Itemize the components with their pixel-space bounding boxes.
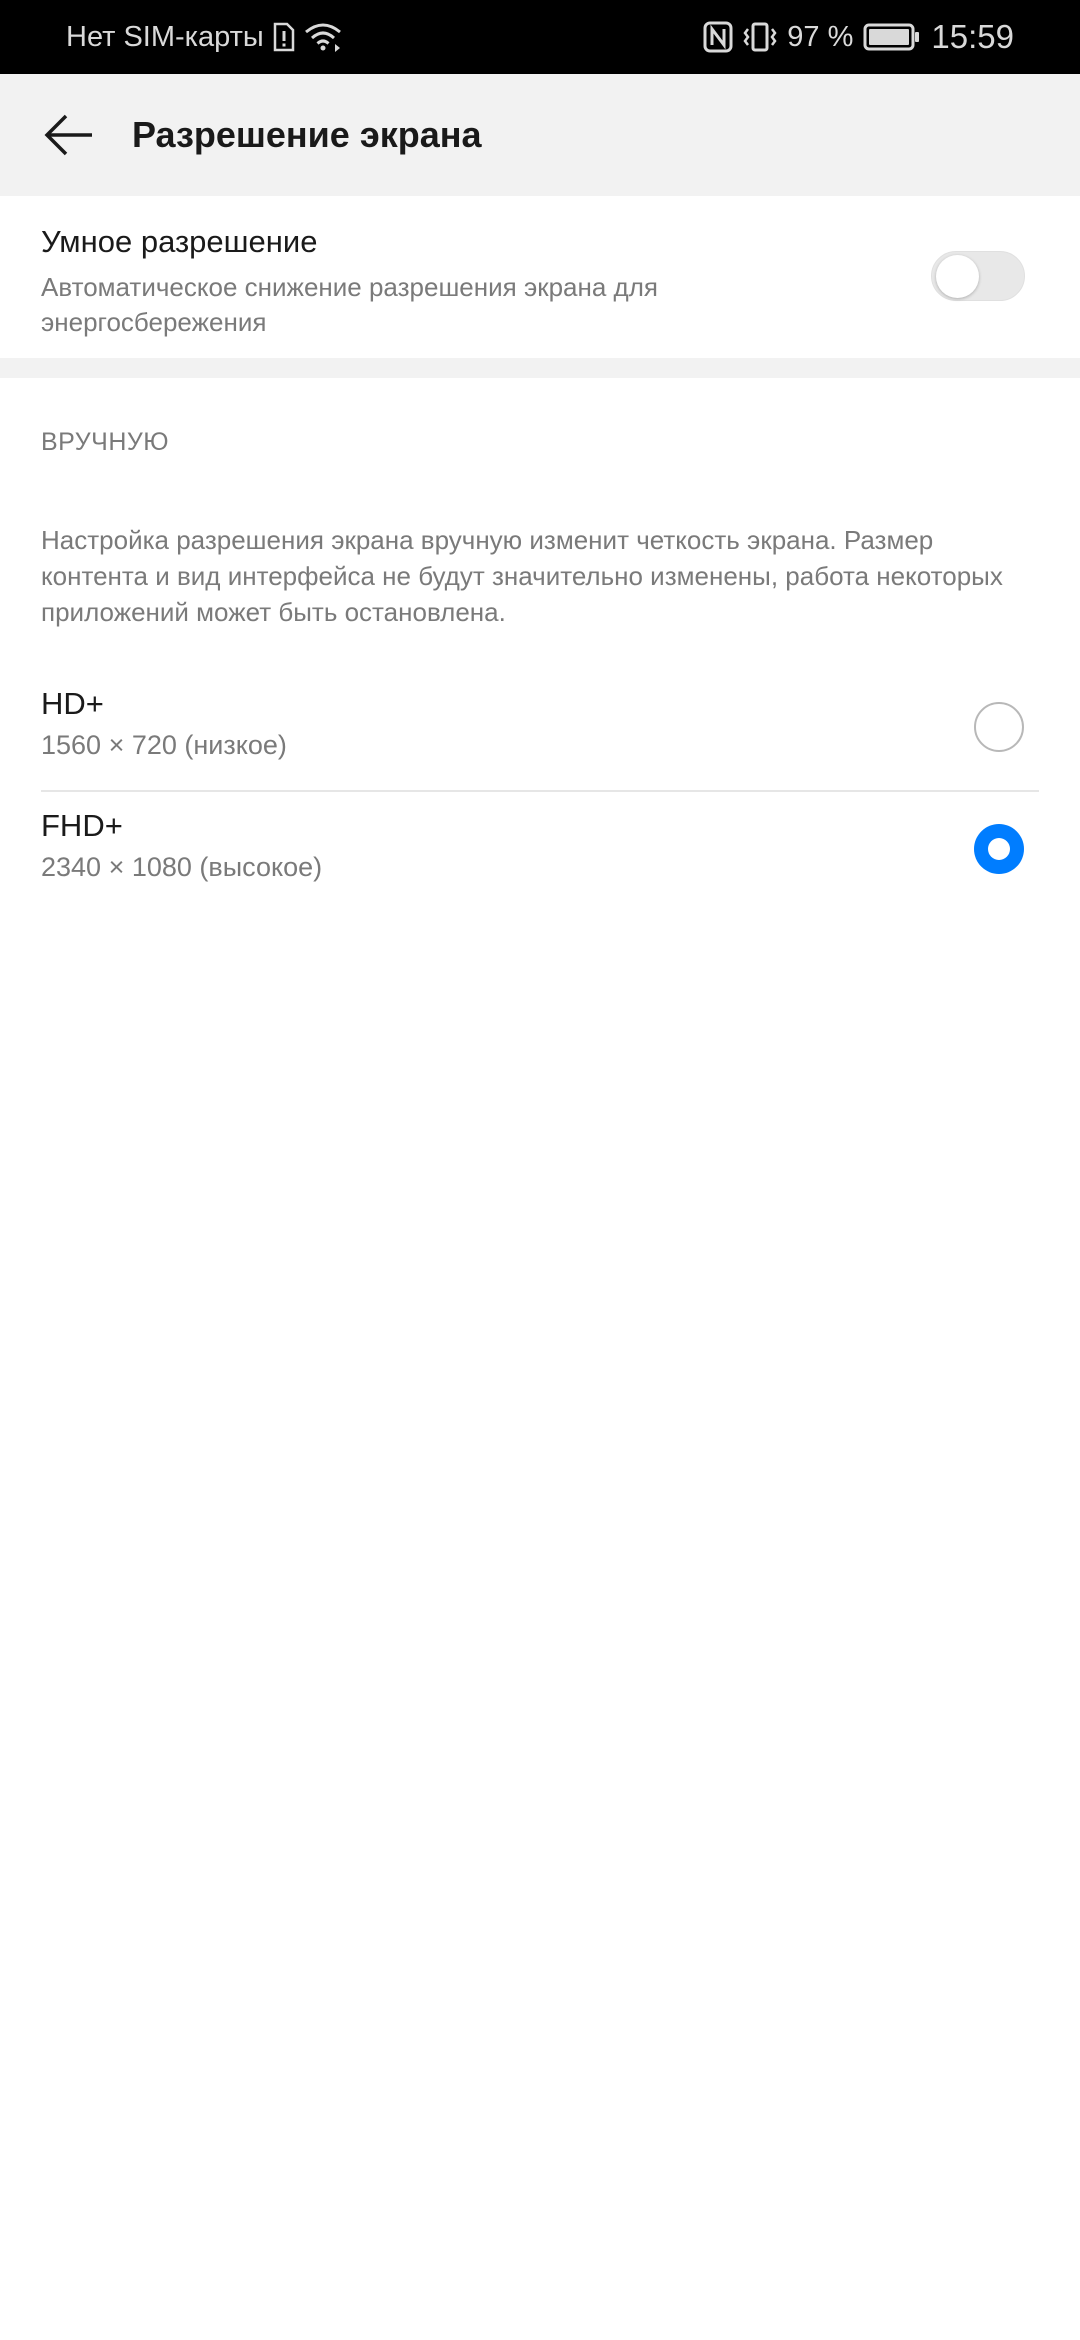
- clock: 15:59: [931, 18, 1014, 55]
- status-right: 97 % 15:59: [703, 18, 1014, 56]
- battery-icon: [863, 22, 921, 52]
- smart-resolution-title: Умное разрешение: [41, 224, 318, 259]
- option-title: HD+: [41, 686, 104, 721]
- battery-percent: 97 %: [787, 20, 854, 53]
- section-divider: [0, 358, 1080, 378]
- wifi-icon: [304, 22, 342, 52]
- manual-description: Настройка разрешения экрана вручную изме…: [41, 525, 1003, 627]
- status-left: Нет SIM-карты: [66, 21, 342, 54]
- arrow-back-icon: [44, 114, 92, 156]
- resolution-option-fhd[interactable]: FHD+ 2340 × 1080 (высокое): [0, 794, 1080, 914]
- radio-hd[interactable]: [974, 702, 1024, 752]
- carrier-label: Нет SIM-карты: [66, 20, 264, 53]
- option-subtitle: 2340 × 1080 (высокое): [41, 852, 323, 882]
- resolution-option-hd[interactable]: HD+ 1560 × 720 (низкое): [0, 672, 1080, 792]
- app-bar: Разрешение экрана: [0, 74, 1080, 196]
- nfc-icon: [703, 21, 733, 53]
- smart-resolution-toggle[interactable]: [931, 251, 1025, 301]
- sim-alert-icon: [272, 22, 296, 52]
- status-bar: Нет SIM-карты 97 % 15:59: [0, 0, 1080, 74]
- back-button[interactable]: [14, 74, 124, 196]
- manual-section-header: ВРУЧНУЮ: [41, 428, 170, 456]
- vibrate-icon: [743, 21, 777, 53]
- radio-fhd[interactable]: [974, 824, 1024, 874]
- option-subtitle: 1560 × 720 (низкое): [41, 730, 287, 760]
- page-title: Разрешение экрана: [132, 114, 482, 155]
- option-title: FHD+: [41, 808, 123, 843]
- smart-resolution-row[interactable]: Умное разрешение Автоматическое снижение…: [0, 196, 1080, 358]
- smart-resolution-description: Автоматическое снижение разрешения экран…: [41, 272, 658, 337]
- option-divider: [41, 790, 1039, 792]
- toggle-knob: [936, 255, 979, 298]
